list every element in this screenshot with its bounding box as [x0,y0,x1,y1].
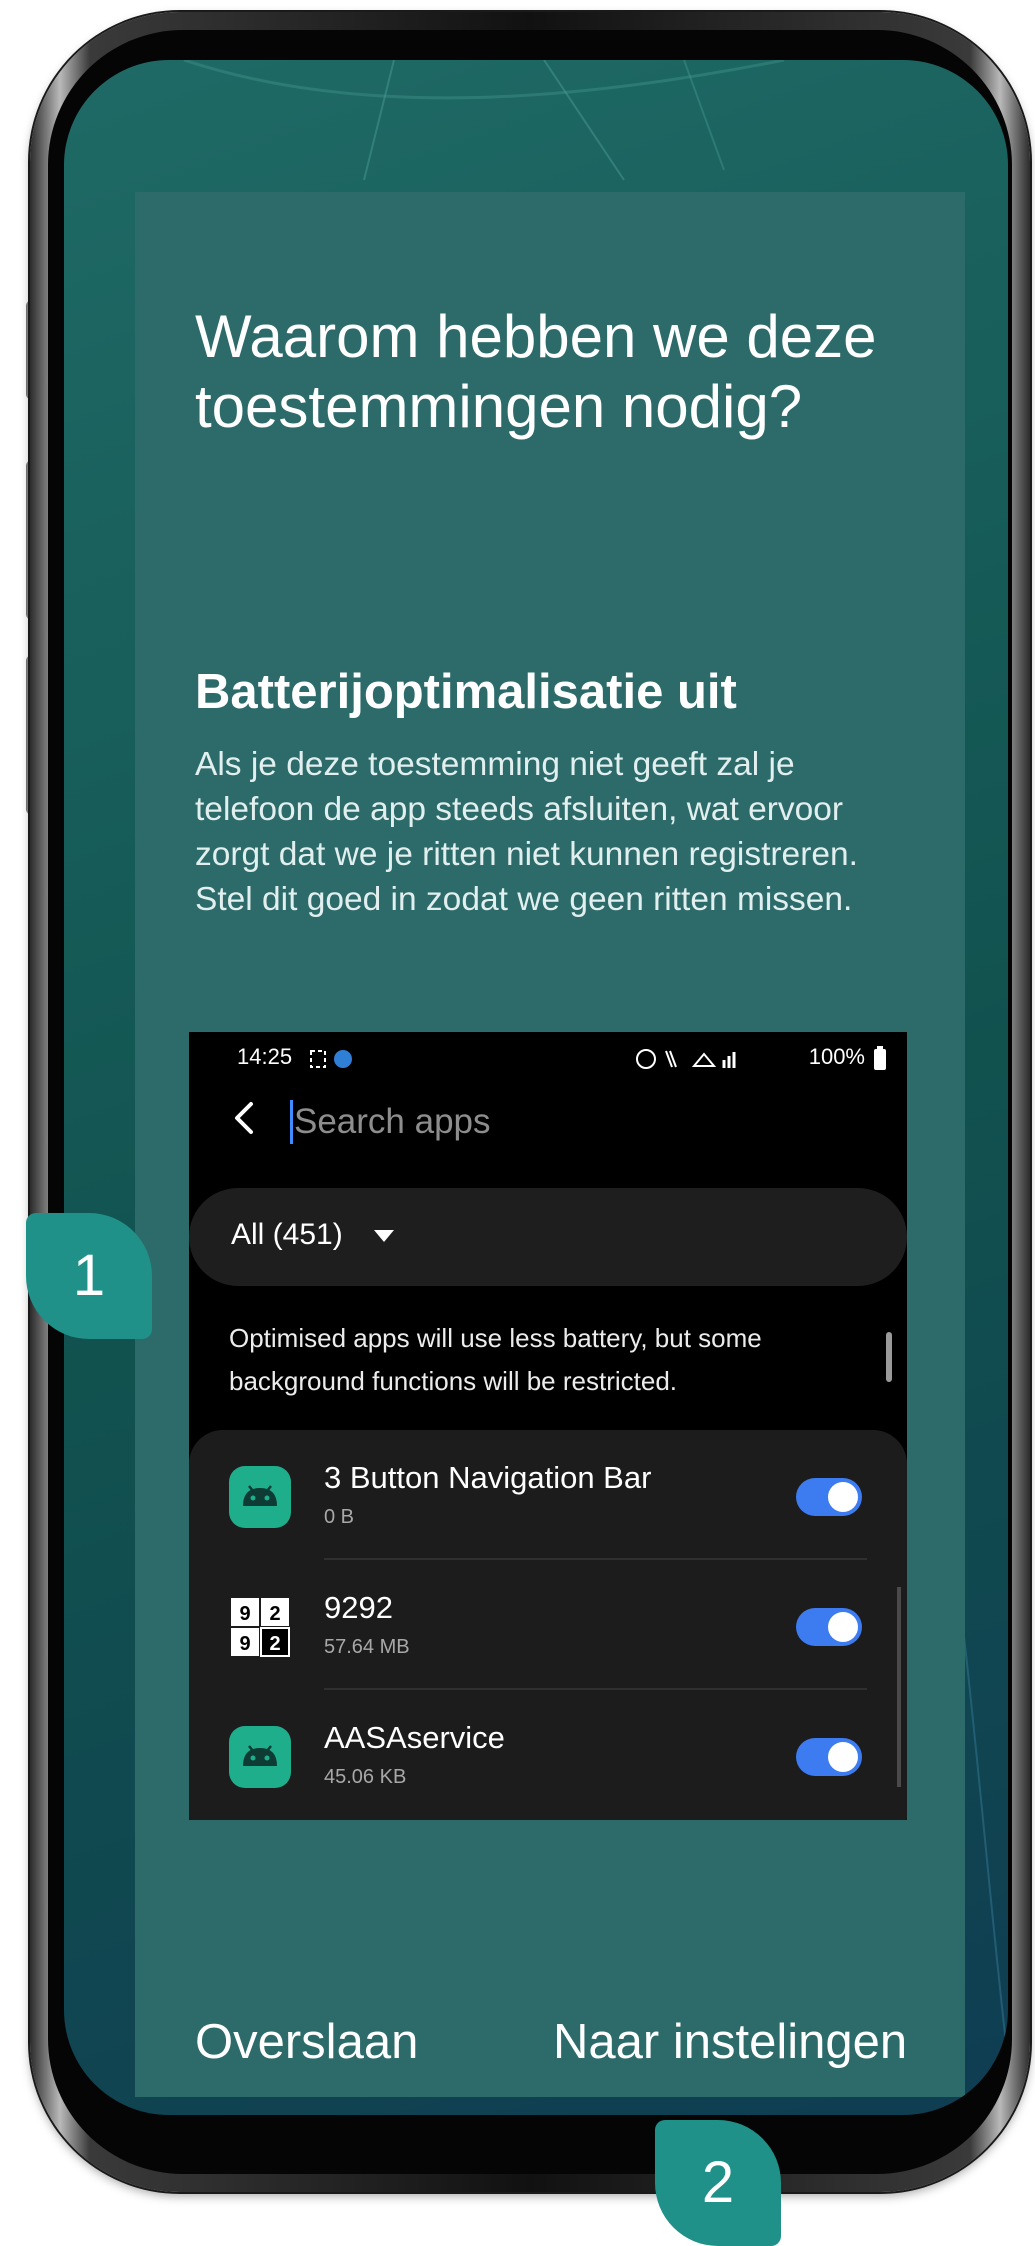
optimisation-toggle[interactable] [796,1478,862,1516]
optimisation-toggle[interactable] [796,1738,862,1776]
battery-icon [874,1046,886,1070]
page-title: Waarom hebben we deze toestemmingen nodi… [195,303,877,440]
optimisation-toggle[interactable] [796,1608,862,1646]
scrollbar[interactable] [886,1332,892,1382]
status-time: 14:25 [237,1044,293,1069]
android-icon [229,1466,291,1528]
android-icon [229,1726,291,1788]
filter-label: All (451) [231,1218,343,1251]
list-item[interactable]: AASAservice 45.06 KB [189,1690,907,1820]
app-name: 3 Button Navigation Bar [324,1460,652,1495]
dropdown-arrow-icon [374,1230,394,1242]
skip-button[interactable]: Overslaan [195,2012,418,2072]
text-cursor [290,1100,293,1144]
app-size: 0 B [324,1506,355,1528]
callout-badge-2: 2 [655,2120,781,2246]
open-settings-button[interactable]: Naar instelingen [553,2012,907,2072]
app-name: AASAservice [324,1720,505,1755]
back-arrow-icon[interactable] [229,1098,259,1138]
app-size: 45.06 KB [324,1766,407,1788]
filter-dropdown[interactable]: All (451) [189,1188,907,1286]
battery-settings-screenshot: 14:25 100% Search apps All (451) Optimis… [189,1032,907,1820]
list-item[interactable]: 9 2 9 2 9292 57.64 MB [189,1560,907,1690]
app-list: 3 Button Navigation Bar 0 B 9 2 9 2 9292… [189,1430,907,1820]
svg-text:9: 9 [239,1633,250,1655]
9292-app-icon: 9 2 9 2 [231,1598,290,1657]
status-system-icons [636,1049,736,1069]
section-heading: Batterijoptimalisatie uit [195,665,737,719]
svg-text:2: 2 [269,1633,280,1655]
status-notification-icons [310,1050,352,1068]
list-item[interactable]: 3 Button Navigation Bar 0 B [189,1430,907,1560]
list-scroll-track [897,1587,901,1787]
battery-percentage: 100% [808,1044,865,1069]
svg-text:2: 2 [269,1603,280,1625]
app-size: 57.64 MB [324,1636,410,1658]
search-input[interactable]: Search apps [294,1102,491,1142]
optimisation-info-text: Optimised apps will use less battery, bu… [229,1323,762,1396]
app-name: 9292 [324,1590,393,1625]
section-description: Als je deze toestemming niet geeft zal j… [195,746,858,918]
svg-text:9: 9 [239,1603,250,1625]
callout-badge-1: 1 [26,1213,152,1339]
